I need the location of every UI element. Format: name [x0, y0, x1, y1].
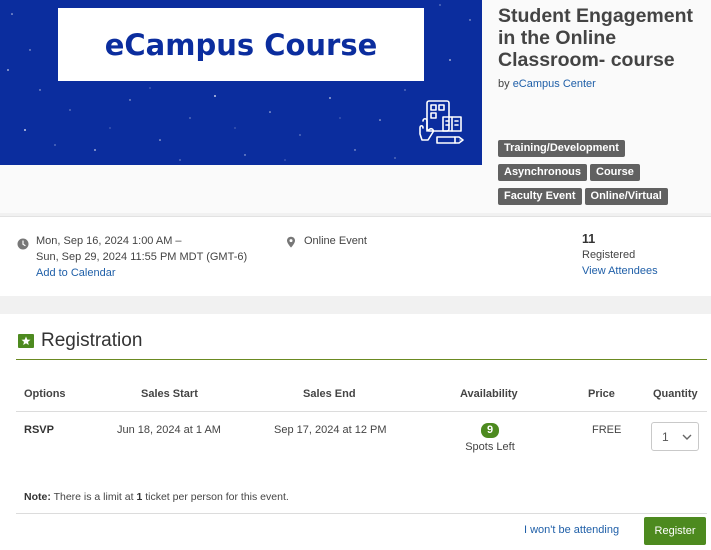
tag-faculty-event: Faculty Event: [498, 188, 582, 205]
event-location: Online Event: [304, 235, 367, 247]
column-header-availability: Availability: [460, 388, 518, 400]
event-date-start: Mon, Sep 16, 2024 1:00 AM –: [36, 235, 182, 247]
table-divider: [16, 411, 707, 412]
note-limit-number: 1: [136, 491, 143, 503]
footer-divider: [16, 513, 707, 514]
column-header-sales-start: Sales Start: [141, 388, 198, 400]
tag-course: Course: [590, 164, 640, 181]
chevron-down-icon: [682, 434, 692, 440]
organizer-link[interactable]: eCampus Center: [513, 78, 596, 90]
event-tags: Training/Development Asynchronous Course …: [498, 136, 708, 208]
quantity-value: 1: [662, 430, 669, 444]
note-text-start: There is a limit at: [53, 491, 134, 503]
column-header-sales-end: Sales End: [303, 388, 356, 400]
clock-icon: [17, 238, 29, 250]
column-header-price: Price: [588, 388, 615, 400]
event-organizer: by eCampus Center: [498, 78, 596, 90]
column-header-options: Options: [24, 388, 66, 400]
online-learning-icon: [419, 100, 464, 144]
registration-section: Registration Options Sales Start Sales E…: [0, 314, 711, 550]
event-banner-image: eCampus Course: [0, 0, 482, 165]
registered-count: 11: [582, 232, 596, 246]
registration-title: Registration: [41, 330, 143, 351]
registration-header: Registration: [16, 330, 707, 360]
event-info-bar: Mon, Sep 16, 2024 1:00 AM – Sun, Sep 29,…: [0, 216, 711, 296]
tag-online-virtual: Online/Virtual: [584, 188, 668, 205]
event-date-block: Mon, Sep 16, 2024 1:00 AM – Sun, Sep 29,…: [36, 233, 247, 281]
event-date-end: Sun, Sep 29, 2024 11:55 PM MDT (GMT-6): [36, 251, 248, 263]
quantity-select[interactable]: 1: [651, 422, 699, 451]
banner-title: eCampus Course: [104, 27, 378, 62]
ticket-sales-start: Jun 18, 2024 at 1 AM: [117, 424, 221, 436]
spots-left-label: Spots Left: [465, 441, 515, 453]
registered-block: 11 Registered View Attendees: [582, 231, 658, 279]
add-to-calendar-link[interactable]: Add to Calendar: [36, 267, 116, 279]
event-title: Student Engagement in the Online Classro…: [498, 5, 694, 71]
ticket-price: FREE: [592, 424, 622, 436]
register-button[interactable]: Register: [644, 517, 706, 545]
tag-asynchronous: Asynchronous: [498, 164, 588, 181]
ticket-option-name: RSVP: [24, 424, 54, 436]
not-attending-link[interactable]: I won't be attending: [524, 524, 619, 536]
registered-label: Registered: [582, 249, 636, 261]
note-text-end: ticket per person for this event.: [145, 491, 289, 503]
ticket-availability: 9 Spots Left: [465, 423, 515, 453]
spots-left-badge: 9: [481, 423, 499, 438]
tag-training-development: Training/Development: [498, 140, 625, 157]
banner-title-box: eCampus Course: [58, 8, 424, 81]
ticket-limit-note: Note: There is a limit at 1 ticket per p…: [24, 491, 289, 503]
organizer-prefix: by: [498, 78, 510, 90]
column-header-quantity: Quantity: [653, 388, 698, 400]
location-pin-icon: [287, 236, 295, 248]
view-attendees-link[interactable]: View Attendees: [582, 265, 658, 277]
ticket-sales-end: Sep 17, 2024 at 12 PM: [274, 424, 387, 436]
note-label: Note:: [24, 491, 51, 503]
ticket-star-icon: [18, 334, 34, 348]
event-header: eCampus Course Student Engagement in the…: [0, 0, 711, 213]
